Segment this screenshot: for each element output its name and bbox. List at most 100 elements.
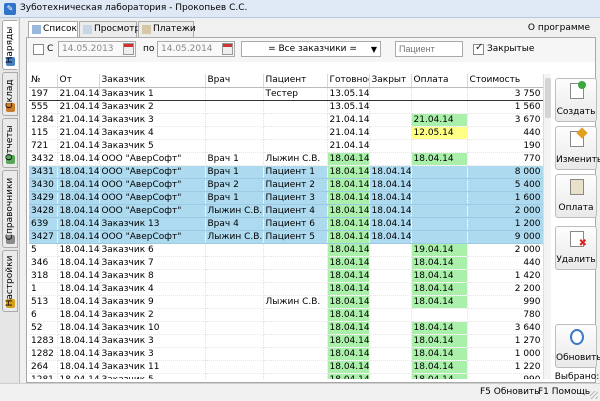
closed-checkbox[interactable] xyxy=(473,42,484,55)
tab-payments[interactable]: Платежи xyxy=(138,21,196,37)
table-row[interactable]: 3431 18.04.14 ООО "АверСофт" Врач 1 Пациент … xyxy=(29,165,543,179)
calendar-icon[interactable] xyxy=(123,43,134,55)
customer-select[interactable]: = Все заказчики = ▼ xyxy=(241,41,381,57)
table-cell: 21.04.14 xyxy=(57,126,100,140)
table-cell: 21.04.14 xyxy=(57,139,100,153)
table-cell: 21.04.14 xyxy=(327,139,370,153)
table-row[interactable]: 3429 18.04.14 ООО "АверСофт" Врач 1 Пациент … xyxy=(29,191,543,205)
table-row[interactable]: 52 18.04.14 Заказчик 10 18.04.14 18.04.14 3 6… xyxy=(29,321,543,335)
table-cell xyxy=(263,113,328,127)
table-row[interactable]: 197 21.04.14 Заказчик 1 Тестер 13.05.14 3 750 xyxy=(29,86,543,101)
tab-list[interactable]: Список xyxy=(28,21,78,38)
table-cell xyxy=(369,269,412,283)
table-cell: 21.04.14 xyxy=(57,100,100,114)
table-header: №ОтЗаказчикВрачПациентГотовностЗакрытОпл… xyxy=(29,74,543,88)
status-bar: F5 Обновить F1 Помощь xyxy=(0,383,600,401)
payment-button[interactable]: Оплата xyxy=(555,174,597,218)
window-title: Зуботехническая лаборатория - Прокопьев … xyxy=(20,3,248,13)
table-cell: 3427 xyxy=(29,230,58,244)
table-row[interactable]: 3432 18.04.14 ООО "АверСофт" Врач 1 Лыжин С.… xyxy=(29,152,543,166)
table-row[interactable]: 5 18.04.14 Заказчик 6 18.04.14 19.04.14 2 000 xyxy=(29,243,543,257)
table-cell xyxy=(263,269,328,283)
table-row[interactable]: 264 18.04.14 Заказчик 11 18.04.14 18.04.14 1 … xyxy=(29,360,543,374)
table-cell: 13.05.14 xyxy=(327,86,370,101)
table-cell: 18.04.14 xyxy=(411,347,468,361)
tab-view[interactable]: Просмотр xyxy=(79,21,141,37)
from-date-field[interactable]: 14.05.2013 xyxy=(58,41,136,57)
table-cell: Врач 2 xyxy=(205,178,264,192)
table-row[interactable]: 318 18.04.14 Заказчик 8 18.04.14 18.04.14 1 4… xyxy=(29,269,543,283)
column-header[interactable]: От xyxy=(57,74,100,88)
column-header[interactable]: Врач xyxy=(205,74,264,88)
column-header[interactable]: Пациент xyxy=(263,74,328,88)
table-cell: Заказчик 3 xyxy=(99,334,206,348)
column-header[interactable]: Оплата xyxy=(411,74,468,88)
vertical-scrollbar[interactable] xyxy=(543,74,551,379)
refresh-button[interactable]: Обновить xyxy=(555,324,600,368)
calendar-icon[interactable] xyxy=(222,43,233,55)
date-filter-checkbox[interactable] xyxy=(33,44,44,55)
table-cell xyxy=(205,347,264,361)
table-cell: 18.04.14 xyxy=(327,165,370,179)
column-header[interactable]: Стоимость xyxy=(467,74,543,88)
side-tab-warehouse[interactable]: Склад xyxy=(2,72,18,116)
table-cell: Врач 1 xyxy=(205,191,264,205)
table-row[interactable]: 1284 21.04.14 Заказчик 3 21.04.14 21.04.14 3 … xyxy=(29,113,543,127)
table-cell: 18.04.14 xyxy=(57,295,100,309)
table-cell: 6 xyxy=(29,308,58,322)
table-row[interactable]: 1 18.04.14 Заказчик 4 18.04.14 18.04.14 2 200 xyxy=(29,282,543,296)
table-cell: 18.04.14 xyxy=(57,269,100,283)
table-row[interactable]: 555 21.04.14 Заказчик 2 13.05.14 1 560 xyxy=(29,100,543,114)
delete-button[interactable]: ✖ Удалить xyxy=(555,226,597,270)
table-cell: 18.04.14 xyxy=(369,204,412,218)
table-cell: 18.04.14 xyxy=(57,204,100,218)
table-row[interactable]: 1282 18.04.14 Заказчик 3 18.04.14 18.04.14 1 … xyxy=(29,347,543,361)
table-row[interactable]: 346 18.04.14 Заказчик 7 18.04.14 18.04.14 440 xyxy=(29,256,543,270)
tab-label: Просмотр xyxy=(94,24,141,34)
column-header[interactable]: № xyxy=(29,74,58,88)
table-cell: ООО "АверСофт" xyxy=(99,178,206,192)
side-tab-orders[interactable]: Наряды xyxy=(2,20,18,70)
table-cell: 18.04.14 xyxy=(411,152,468,166)
table-row[interactable]: 721 21.04.14 Заказчик 5 21.04.14 190 xyxy=(29,139,543,153)
column-header[interactable]: Заказчик xyxy=(99,74,206,88)
table-cell: 1284 xyxy=(29,113,58,127)
table-cell: 18.04.14 xyxy=(327,204,370,218)
table-cell xyxy=(369,295,412,309)
table-row[interactable]: 513 18.04.14 Заказчик 9 Лыжин С.В. 18.04.14 1… xyxy=(29,295,543,309)
list-panel: С 14.05.2013 по 14.05.2014 = Все заказчи… xyxy=(26,37,600,393)
table-row[interactable]: 1283 18.04.14 Заказчик 3 18.04.14 18.04.14 1 … xyxy=(29,334,543,348)
table-cell xyxy=(205,308,264,322)
column-header[interactable]: Закрыт xyxy=(369,74,412,88)
create-label: Создать xyxy=(556,107,596,117)
table-cell: Лыжин С.В. xyxy=(263,152,328,166)
side-tab-reports[interactable]: Отчеты xyxy=(2,118,18,168)
table-row[interactable]: 115 21.04.14 Заказчик 4 21.04.14 12.05.14 440 xyxy=(29,126,543,140)
scroll-thumb[interactable] xyxy=(545,78,551,118)
table-row[interactable]: 3430 18.04.14 ООО "АверСофт" Врач 2 Пациент … xyxy=(29,178,543,192)
table-row[interactable]: 6 18.04.14 Заказчик 2 18.04.14 780 xyxy=(29,308,543,322)
table-row[interactable]: 3427 18.04.14 ООО "АверСофт" Лыжин С.В. Паци… xyxy=(29,230,543,244)
table-row[interactable]: 3428 18.04.14 ООО "АверСофт" Лыжин С.В. Паци… xyxy=(29,204,543,218)
about-link[interactable]: О программе xyxy=(528,23,590,33)
table-cell: 21.04.14 xyxy=(57,86,100,101)
to-date-field[interactable]: 14.05.2014 xyxy=(157,41,235,57)
edit-button[interactable]: Изменить xyxy=(555,126,600,170)
table-cell: 3 670 xyxy=(467,113,543,127)
table-row[interactable]: 128118.04.14Заказчик 518.04.1418.04.1499… xyxy=(29,373,543,379)
resize-grip[interactable] xyxy=(590,391,598,399)
table-cell: 18.04.14 xyxy=(57,178,100,192)
chevron-down-icon: ▼ xyxy=(370,45,377,54)
column-header[interactable]: Готовност xyxy=(327,74,370,88)
side-tab-settings[interactable]: Настройки xyxy=(2,250,18,312)
table-cell: Лыжин С.В. xyxy=(263,295,328,309)
patient-search-input[interactable] xyxy=(395,41,463,57)
table-row[interactable]: 639 18.04.14 Заказчик 13 Врач 4 Пациент 6 18.… xyxy=(29,217,543,231)
table-cell xyxy=(205,86,264,101)
table-cell: 440 xyxy=(467,126,543,140)
table-cell: 721 xyxy=(29,139,58,153)
table-cell: 18.04.14 xyxy=(369,217,412,231)
create-button[interactable]: Создать xyxy=(555,78,597,122)
side-tab-references[interactable]: Справочники xyxy=(2,170,18,248)
side-tab-strip: Наряды Склад Отчеты Справочники Настройк… xyxy=(0,18,20,383)
